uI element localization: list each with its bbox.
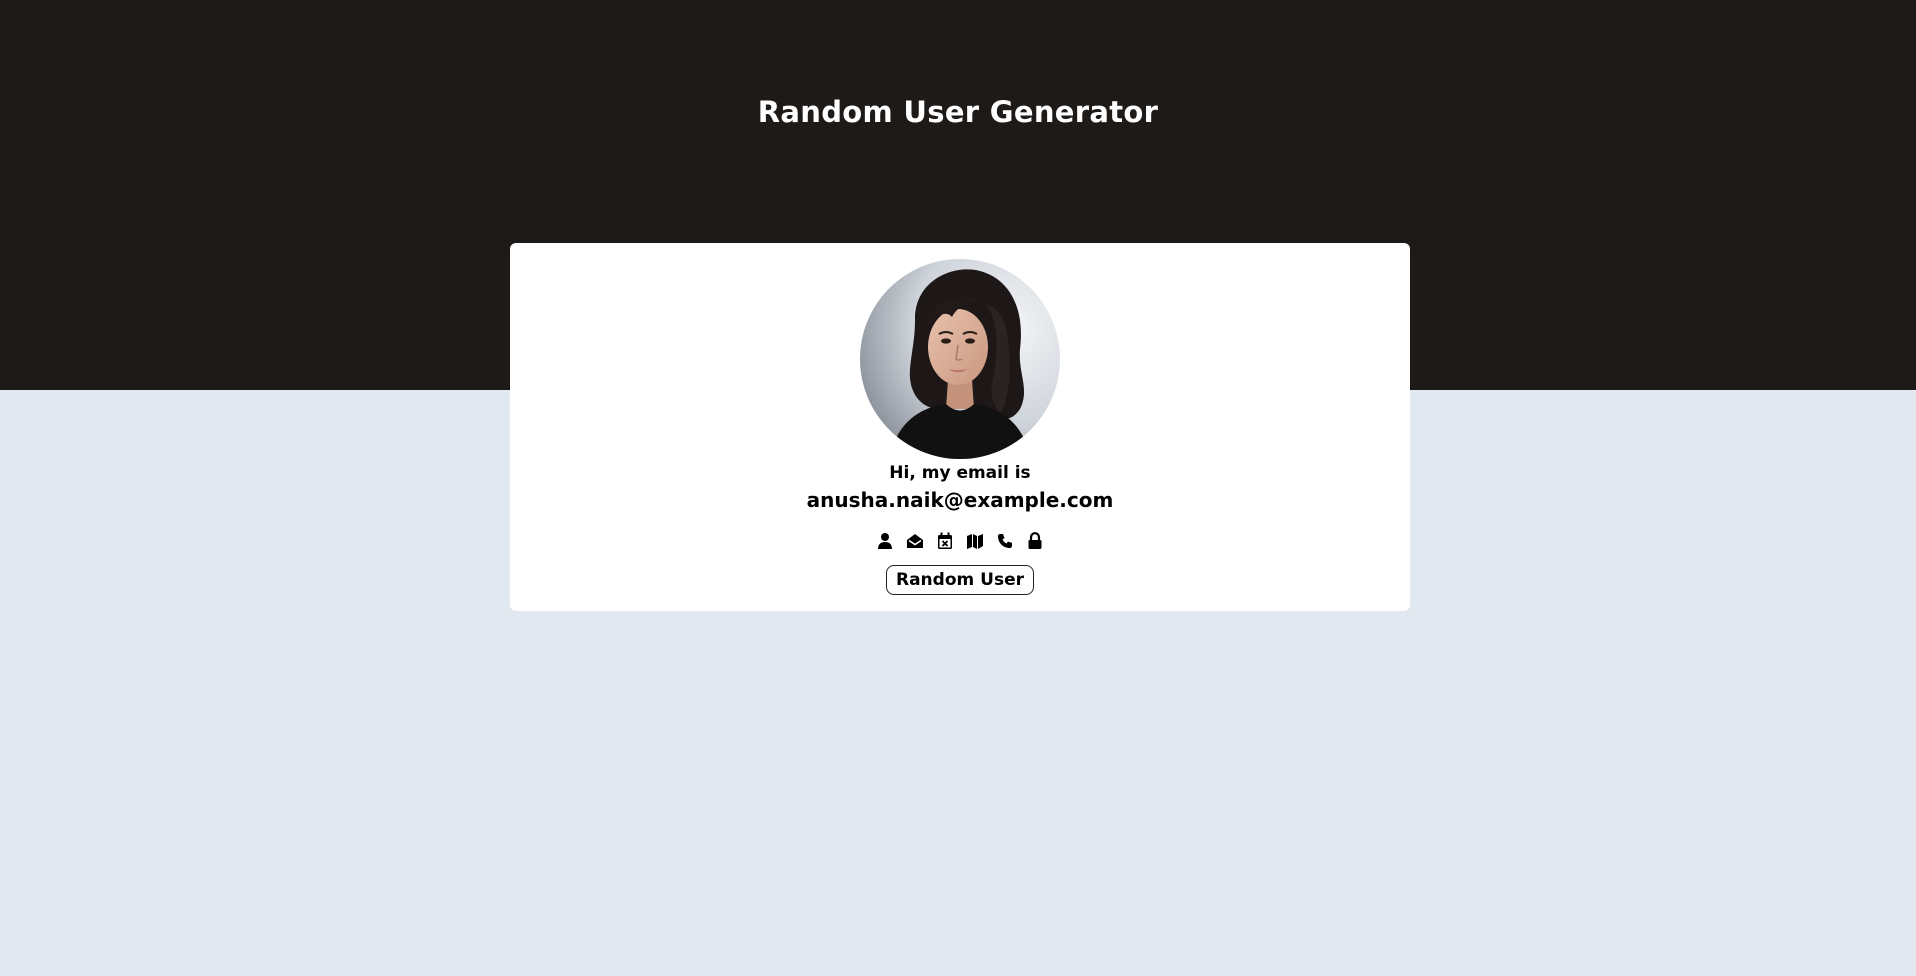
- lock-icon[interactable]: [1026, 531, 1044, 551]
- page-title: Random User Generator: [757, 95, 1159, 129]
- random-user-button[interactable]: Random User: [886, 565, 1034, 595]
- envelope-open-icon[interactable]: [906, 531, 924, 551]
- info-label: Hi, my email is: [889, 463, 1031, 483]
- phone-icon[interactable]: [996, 531, 1014, 551]
- user-card: Hi, my email is anusha.naik@example.com: [510, 243, 1410, 611]
- info-value: anusha.naik@example.com: [806, 488, 1114, 512]
- map-icon[interactable]: [966, 531, 984, 551]
- avatar: [860, 259, 1060, 459]
- calendar-icon[interactable]: [936, 531, 954, 551]
- info-icon-bar: [510, 531, 1410, 555]
- user-icon[interactable]: [876, 531, 894, 551]
